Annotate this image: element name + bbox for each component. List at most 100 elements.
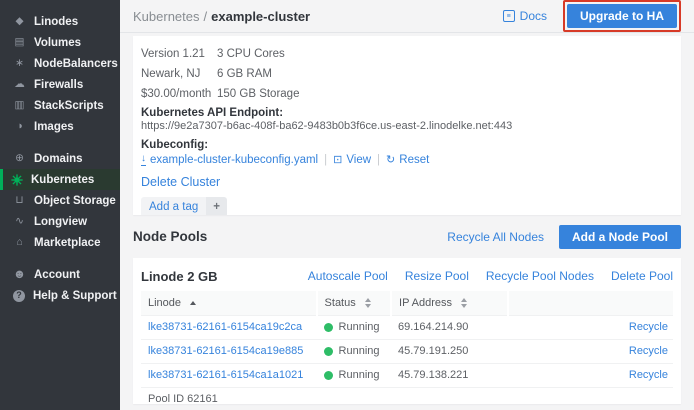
reset-icon: ↻ bbox=[386, 155, 395, 166]
view-icon: ⊡ bbox=[333, 155, 342, 166]
node-ip: 45.79.138.221 bbox=[391, 363, 508, 387]
sort-icon bbox=[461, 298, 467, 308]
sidebar-item-object-storage[interactable]: ⊔ Object Storage bbox=[0, 190, 120, 211]
status-running-icon bbox=[324, 371, 333, 380]
node-pool-card: Linode 2 GB Autoscale Pool Resize Pool R… bbox=[133, 258, 681, 404]
pool-actions: Autoscale Pool Resize Pool Recycle Pool … bbox=[308, 269, 673, 283]
sort-icon bbox=[365, 298, 371, 308]
marketplace-icon: ⌂ bbox=[13, 237, 26, 248]
node-table: Linode Status IP Address lke3 bbox=[141, 291, 673, 387]
node-ip: 69.164.214.90 bbox=[391, 315, 508, 339]
add-tag-button[interactable]: Add a tag + bbox=[141, 197, 227, 215]
node-link[interactable]: lke38731-62161-6154ca19e885 bbox=[148, 345, 303, 357]
firewalls-icon: ☁ bbox=[13, 79, 26, 90]
cluster-specs: Version 1.21 3 CPU Cores Newark, NJ 6 GB… bbox=[141, 44, 673, 104]
resize-pool-link[interactable]: Resize Pool bbox=[405, 269, 469, 283]
cluster-storage: 150 GB Storage bbox=[217, 84, 673, 104]
sidebar-item-nodebalancers[interactable]: ∗ NodeBalancers bbox=[0, 53, 120, 74]
upgrade-to-ha-button[interactable]: Upgrade to HA bbox=[567, 4, 677, 28]
sidebar-item-images[interactable]: ◑ Images bbox=[0, 116, 120, 137]
table-header-row: Linode Status IP Address bbox=[141, 291, 673, 315]
status-label: Running bbox=[339, 369, 380, 381]
sidebar-item-label: StackScripts bbox=[34, 100, 104, 112]
docs-icon: ≡ bbox=[503, 10, 515, 22]
node-ip: 45.79.191.250 bbox=[391, 339, 508, 363]
cluster-summary-card: Version 1.21 3 CPU Cores Newark, NJ 6 GB… bbox=[133, 36, 681, 215]
main-content: Kubernetes / example-cluster ≡ Docs Upgr… bbox=[120, 0, 694, 410]
api-endpoint-label: Kubernetes API Endpoint: bbox=[141, 106, 673, 120]
sidebar-group-divider bbox=[0, 253, 120, 264]
kubeconfig-filename: example-cluster-kubeconfig.yaml bbox=[150, 154, 318, 166]
column-header-actions bbox=[508, 291, 673, 315]
kubernetes-icon bbox=[10, 174, 23, 186]
sidebar-item-marketplace[interactable]: ⌂ Marketplace bbox=[0, 232, 120, 253]
plus-icon: + bbox=[206, 197, 227, 215]
download-icon: ↓ bbox=[141, 154, 146, 166]
account-icon: ☻ bbox=[13, 268, 26, 281]
sidebar-item-label: Linodes bbox=[34, 16, 78, 28]
sidebar-item-firewalls[interactable]: ☁ Firewalls bbox=[0, 74, 120, 95]
upgrade-to-ha-annotation: Upgrade to HA bbox=[563, 0, 681, 32]
kubeconfig-view-link[interactable]: ⊡ View bbox=[333, 154, 371, 166]
kubeconfig-label: Kubeconfig: bbox=[141, 138, 673, 152]
sidebar-item-label: Kubernetes bbox=[31, 174, 94, 186]
volumes-icon: ▤ bbox=[13, 37, 26, 48]
node-pools-title: Node Pools bbox=[133, 229, 207, 244]
sidebar-item-volumes[interactable]: ▤ Volumes bbox=[0, 32, 120, 53]
sidebar-item-linodes[interactable]: ◆ Linodes bbox=[0, 11, 120, 32]
kubeconfig-reset-link[interactable]: ↻ Reset bbox=[386, 154, 429, 166]
recycle-pool-nodes-link[interactable]: Recycle Pool Nodes bbox=[486, 269, 594, 283]
sidebar-item-label: Object Storage bbox=[34, 195, 116, 207]
cluster-version: Version 1.21 bbox=[141, 44, 203, 64]
breadcrumb-bar: Kubernetes / example-cluster ≡ Docs Upgr… bbox=[120, 0, 694, 33]
status-running-icon bbox=[324, 323, 333, 332]
add-tag-label: Add a tag bbox=[141, 197, 206, 215]
sidebar-item-longview[interactable]: ∿ Longview bbox=[0, 211, 120, 232]
column-label: Linode bbox=[148, 297, 181, 309]
linodes-icon: ◆ bbox=[13, 16, 26, 27]
autoscale-pool-link[interactable]: Autoscale Pool bbox=[308, 269, 388, 283]
recycle-node-link[interactable]: Recycle bbox=[629, 345, 668, 357]
node-link[interactable]: lke38731-62161-6154ca19c2ca bbox=[148, 321, 302, 333]
column-header-linode[interactable]: Linode bbox=[141, 291, 317, 315]
column-header-ip-address[interactable]: IP Address bbox=[391, 291, 508, 315]
sidebar: ◆ Linodes ▤ Volumes ∗ NodeBalancers ☁ Fi… bbox=[0, 0, 120, 410]
object-storage-icon: ⊔ bbox=[13, 195, 26, 206]
sidebar-item-account[interactable]: ☻ Account bbox=[0, 264, 120, 285]
stackscripts-icon: ▥ bbox=[13, 100, 26, 111]
recycle-node-link[interactable]: Recycle bbox=[629, 321, 668, 333]
recycle-node-link[interactable]: Recycle bbox=[629, 369, 668, 381]
delete-cluster-link[interactable]: Delete Cluster bbox=[141, 175, 220, 191]
kubeconfig-download-link[interactable]: ↓ example-cluster-kubeconfig.yaml bbox=[141, 154, 318, 166]
view-label: View bbox=[346, 154, 371, 166]
docs-label: Docs bbox=[520, 9, 547, 23]
sidebar-item-help-support[interactable]: ? Help & Support bbox=[0, 285, 120, 306]
sidebar-item-label: Account bbox=[34, 269, 80, 281]
sidebar-item-stackscripts[interactable]: ▥ StackScripts bbox=[0, 95, 120, 116]
pool-name: Linode 2 GB bbox=[141, 269, 218, 284]
sidebar-item-label: Firewalls bbox=[34, 79, 83, 91]
status-running-icon bbox=[324, 347, 333, 356]
node-link[interactable]: lke38731-62161-6154ca1a1021 bbox=[148, 369, 303, 381]
images-icon: ◑ bbox=[13, 121, 26, 132]
add-node-pool-button[interactable]: Add a Node Pool bbox=[559, 225, 681, 249]
node-pools-header: Node Pools Recycle All Nodes Add a Node … bbox=[120, 215, 694, 258]
sidebar-item-kubernetes[interactable]: Kubernetes bbox=[0, 169, 120, 190]
cluster-region: Newark, NJ bbox=[141, 64, 203, 84]
sidebar-item-label: Domains bbox=[34, 153, 83, 165]
domains-icon: ⊕ bbox=[13, 153, 26, 164]
delete-pool-link[interactable]: Delete Pool bbox=[611, 269, 673, 283]
cluster-price: $30.00/month bbox=[141, 84, 203, 104]
table-row: lke38731-62161-6154ca19c2ca Running 69.1… bbox=[141, 315, 673, 339]
nodebalancers-icon: ∗ bbox=[13, 58, 26, 69]
recycle-all-nodes-link[interactable]: Recycle All Nodes bbox=[447, 230, 544, 244]
sidebar-item-domains[interactable]: ⊕ Domains bbox=[0, 148, 120, 169]
breadcrumb-kubernetes-link[interactable]: Kubernetes bbox=[133, 9, 200, 24]
table-row: lke38731-62161-6154ca19e885 Running 45.7… bbox=[141, 339, 673, 363]
cluster-cpu: 3 CPU Cores bbox=[217, 44, 673, 64]
docs-link[interactable]: ≡ Docs bbox=[503, 9, 547, 23]
kubeconfig-actions: ↓ example-cluster-kubeconfig.yaml | ⊡ Vi… bbox=[141, 152, 673, 168]
api-endpoint-value: https://9e2a7307-b6ac-408f-ba62-9483b0b3… bbox=[141, 120, 673, 133]
column-header-status[interactable]: Status bbox=[317, 291, 391, 315]
pool-id: Pool ID 62161 bbox=[141, 387, 673, 405]
